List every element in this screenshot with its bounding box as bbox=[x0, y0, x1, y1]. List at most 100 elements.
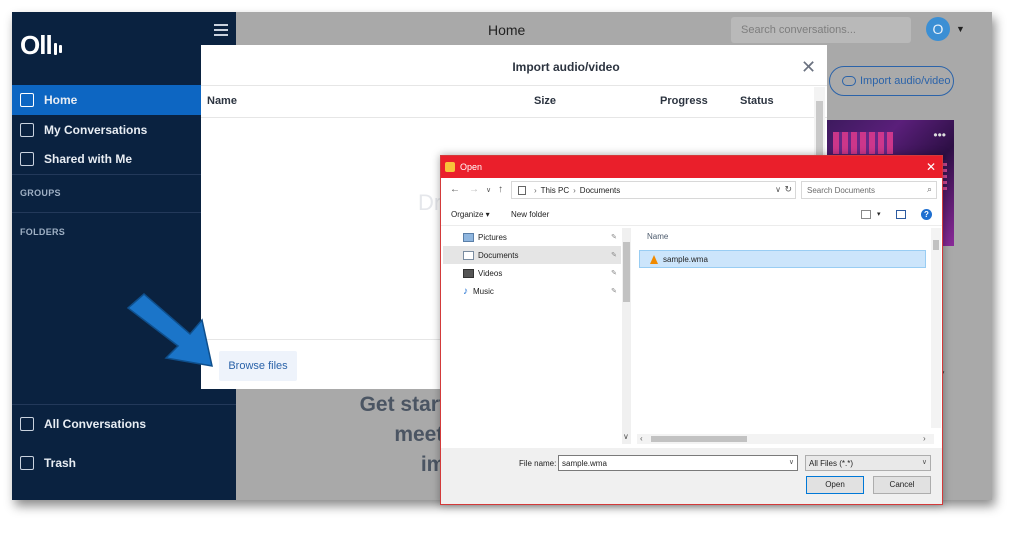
pin-icon[interactable]: ✎ bbox=[611, 269, 617, 277]
all-conversations-icon bbox=[20, 417, 34, 431]
chevron-down-icon[interactable]: ▼ bbox=[956, 24, 965, 34]
scrollbar[interactable] bbox=[931, 228, 941, 428]
folders-heading[interactable]: FOLDERS bbox=[20, 227, 65, 237]
dialog-title: Open bbox=[460, 162, 483, 172]
hamburger-menu-icon[interactable] bbox=[214, 24, 228, 36]
chevron-down-icon[interactable]: ∨ bbox=[922, 458, 927, 466]
breadcrumb-separator-icon: › bbox=[573, 185, 576, 195]
dialog-title-bar[interactable]: Open ✕ bbox=[441, 156, 942, 178]
pictures-folder-icon bbox=[463, 232, 474, 242]
nav-item-music[interactable]: ♪ Music ✎ bbox=[443, 282, 621, 300]
breadcrumb-documents[interactable]: Documents bbox=[580, 186, 620, 195]
nav-item-label: Documents bbox=[478, 250, 519, 260]
top-bar: Home Search conversations... O ▼ bbox=[236, 12, 992, 46]
preview-pane-icon[interactable] bbox=[896, 210, 906, 219]
sidebar-item-trash[interactable]: Trash bbox=[12, 448, 236, 478]
chevron-down-icon[interactable]: ▾ bbox=[877, 210, 881, 218]
view-options-icon[interactable] bbox=[861, 210, 871, 219]
file-type-select[interactable]: All Files (*.*) ∨ bbox=[805, 455, 931, 471]
back-arrow-icon[interactable]: ← bbox=[450, 184, 460, 195]
browse-files-button[interactable]: Browse files bbox=[219, 351, 297, 381]
file-row-sample-wma[interactable]: sample.wma bbox=[639, 250, 926, 268]
avatar[interactable]: O bbox=[926, 17, 950, 41]
nav-item-label: Pictures bbox=[478, 232, 507, 242]
chevron-down-icon[interactable]: ∨ bbox=[623, 432, 629, 441]
annotation-arrow-left bbox=[126, 293, 213, 367]
conversation-icon bbox=[20, 123, 34, 137]
breadcrumb-separator-icon: › bbox=[534, 185, 537, 195]
modal-title: Import audio/video bbox=[512, 60, 620, 74]
column-header-name: Name bbox=[207, 95, 237, 107]
help-icon[interactable]: ? bbox=[921, 209, 932, 220]
groups-heading[interactable]: GROUPS bbox=[20, 188, 61, 198]
navigation-pane: Pictures ✎ Documents ✎ Videos ✎ ♪ Music … bbox=[441, 228, 631, 444]
search-documents-input[interactable]: Search Documents ⌕ bbox=[801, 181, 937, 199]
pc-icon bbox=[518, 185, 526, 195]
horizontal-scrollbar[interactable] bbox=[637, 434, 934, 444]
search-icon: ⌕ bbox=[926, 184, 932, 194]
drop-hint: Dr bbox=[418, 190, 442, 215]
search-input[interactable]: Search conversations... bbox=[731, 17, 911, 43]
nav-item-documents[interactable]: Documents ✎ bbox=[443, 246, 621, 264]
app-icon bbox=[445, 162, 455, 172]
chevron-right-icon[interactable]: › bbox=[923, 434, 926, 443]
cloud-upload-icon bbox=[842, 76, 856, 86]
close-icon[interactable]: ✕ bbox=[801, 57, 816, 78]
divider bbox=[201, 85, 827, 86]
logo-text: Oll bbox=[20, 30, 53, 60]
file-name-label: sample.wma bbox=[663, 254, 708, 264]
chevron-down-icon[interactable]: ∨ bbox=[775, 185, 781, 194]
logo-bars-icon bbox=[52, 32, 62, 63]
chevron-left-icon[interactable]: ‹ bbox=[640, 434, 643, 443]
up-arrow-icon[interactable]: ↑ bbox=[498, 184, 503, 195]
trash-icon bbox=[20, 456, 34, 470]
divider bbox=[201, 117, 827, 118]
file-name-field-label: File name: bbox=[519, 459, 557, 468]
vlc-file-icon bbox=[650, 254, 658, 264]
shared-icon bbox=[20, 152, 34, 166]
file-type-value: All Files (*.*) bbox=[809, 459, 854, 468]
new-folder-button[interactable]: New folder bbox=[511, 210, 549, 219]
refresh-icon[interactable]: ↻ bbox=[784, 184, 792, 195]
sidebar-item-label: My Conversations bbox=[44, 123, 148, 137]
sidebar-item-label: Shared with Me bbox=[44, 152, 133, 166]
divider bbox=[12, 404, 236, 405]
sidebar-item-label: All Conversations bbox=[44, 417, 147, 431]
nav-item-videos[interactable]: Videos ✎ bbox=[443, 264, 621, 282]
file-list-pane: Name sample.wma bbox=[637, 228, 942, 444]
organize-button[interactable]: Organize ▾ bbox=[451, 210, 490, 219]
column-header-name[interactable]: Name bbox=[647, 232, 668, 241]
chevron-down-icon[interactable]: ∨ bbox=[486, 186, 491, 194]
nav-item-label: Videos bbox=[478, 268, 503, 278]
otter-logo[interactable]: Oll bbox=[20, 30, 62, 63]
breadcrumb-this-pc[interactable]: This PC bbox=[541, 186, 569, 195]
cancel-button[interactable]: Cancel bbox=[873, 476, 931, 494]
file-name-value: sample.wma bbox=[562, 459, 607, 468]
file-name-input[interactable]: sample.wma ∨ bbox=[558, 455, 798, 471]
toolbar: Organize ▾ New folder ▾ ? bbox=[441, 204, 942, 226]
open-button[interactable]: Open bbox=[806, 476, 864, 494]
sidebar-item-label: Trash bbox=[44, 456, 77, 470]
videos-folder-icon bbox=[463, 268, 474, 278]
column-header-progress: Progress bbox=[660, 95, 708, 107]
more-options-icon[interactable]: ••• bbox=[933, 128, 946, 142]
music-note-icon: ♪ bbox=[463, 285, 468, 297]
address-bar[interactable]: › This PC › Documents ∨ ↻ bbox=[511, 181, 796, 199]
chevron-down-icon[interactable]: ∨ bbox=[789, 458, 794, 466]
pin-icon[interactable]: ✎ bbox=[611, 251, 617, 259]
import-button-label: Import audio/video bbox=[860, 75, 951, 87]
pin-icon[interactable]: ✎ bbox=[611, 233, 617, 241]
column-header-size: Size bbox=[534, 95, 557, 107]
open-file-dialog: Open ✕ ← → ∨ ↑ › This PC › Documents ∨ ↻… bbox=[440, 155, 943, 505]
documents-folder-icon bbox=[463, 250, 474, 260]
column-header-status: Status bbox=[740, 95, 774, 107]
scrollbar[interactable] bbox=[622, 228, 631, 444]
search-placeholder: Search Documents bbox=[807, 186, 876, 195]
sidebar-item-all-conversations[interactable]: All Conversations bbox=[12, 409, 236, 439]
close-icon[interactable]: ✕ bbox=[926, 160, 936, 174]
pin-icon[interactable]: ✎ bbox=[611, 287, 617, 295]
sidebar-item-label: Home bbox=[44, 93, 78, 107]
nav-item-pictures[interactable]: Pictures ✎ bbox=[443, 228, 621, 246]
thumbnail-art bbox=[833, 132, 893, 154]
forward-arrow-icon[interactable]: → bbox=[469, 184, 479, 195]
